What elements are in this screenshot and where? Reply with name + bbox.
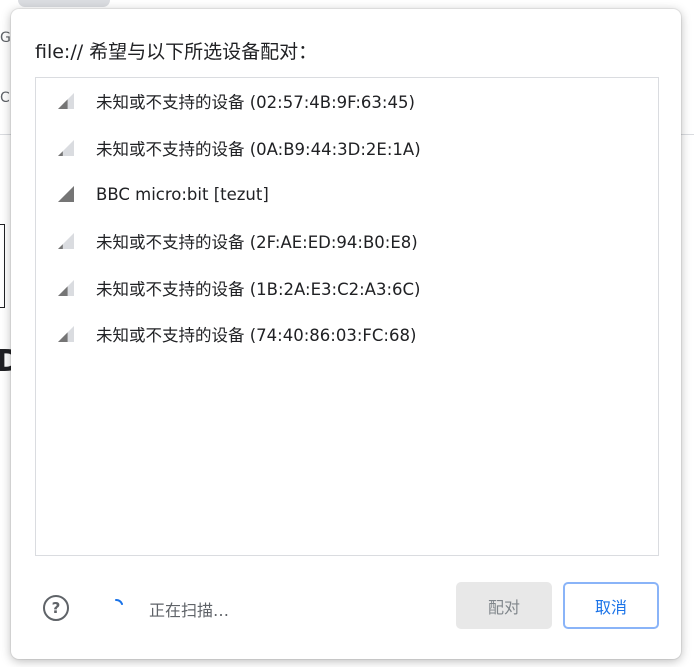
device-item[interactable]: 未知或不支持的设备 (1B:2A:E3:C2:A3:6C): [36, 264, 658, 311]
question-circle-icon[interactable]: ?: [43, 595, 69, 621]
device-item[interactable]: 未知或不支持的设备 (2F:AE:ED:94:B0:E8): [36, 218, 658, 265]
scanning-status: 正在扫描…: [149, 601, 230, 620]
signal-strength-icon: [58, 279, 74, 296]
device-item[interactable]: 未知或不支持的设备 (74:40:86:03:FC:68): [36, 311, 658, 358]
device-label: 未知或不支持的设备 (02:57:4B:9F:63:45): [96, 93, 415, 113]
device-list[interactable]: 未知或不支持的设备 (02:57:4B:9F:63:45) 未知或不支持的设备 …: [35, 77, 659, 556]
dialog-title: file:// 希望与以下所选设备配对：: [35, 41, 318, 63]
signal-fill: [58, 186, 74, 203]
device-label: 未知或不支持的设备 (1B:2A:E3:C2:A3:6C): [96, 279, 421, 299]
device-label: BBC micro:bit [tezut]: [96, 184, 269, 204]
signal-fill: [58, 286, 68, 296]
pair-button[interactable]: 配对: [456, 582, 552, 629]
device-item[interactable]: BBC micro:bit [tezut]: [36, 171, 658, 218]
background-c-icon: C: [0, 90, 10, 106]
signal-strength-icon: [58, 93, 74, 110]
signal-strength-icon: [58, 139, 74, 156]
cancel-button[interactable]: 取消: [563, 582, 659, 629]
device-item[interactable]: 未知或不支持的设备 (0A:B9:44:3D:2E:1A): [36, 125, 658, 172]
signal-strength-icon: [58, 326, 74, 343]
signal-fill: [58, 332, 68, 343]
device-item[interactable]: 未知或不支持的设备 (02:57:4B:9F:63:45): [36, 78, 658, 125]
signal-strength-icon: [58, 233, 74, 250]
background-tab: [18, 0, 110, 7]
background-g-icon: G: [0, 30, 11, 46]
device-label: 未知或不支持的设备 (74:40:86:03:FC:68): [96, 326, 417, 346]
signal-fill: [58, 244, 63, 250]
background-box: [0, 224, 5, 308]
help-glyph: ?: [51, 599, 61, 617]
bluetooth-pairing-dialog: file:// 希望与以下所选设备配对： 未知或不支持的设备 (02:57:4B…: [11, 9, 681, 659]
signal-fill: [58, 99, 68, 110]
device-label: 未知或不支持的设备 (2F:AE:ED:94:B0:E8): [96, 233, 418, 253]
signal-strength-icon: [58, 186, 74, 203]
signal-fill: [58, 151, 63, 156]
loading-spinner-icon: [115, 599, 123, 605]
device-label: 未知或不支持的设备 (0A:B9:44:3D:2E:1A): [96, 139, 421, 159]
